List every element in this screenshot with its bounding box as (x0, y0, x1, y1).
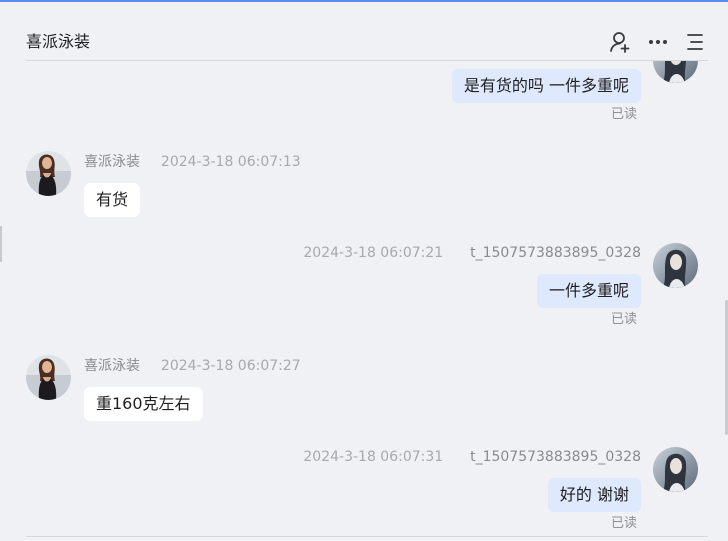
my-avatar[interactable] (653, 243, 698, 288)
message-meta: 2024-3-18 06:07:31 t_1507573883895_0328 (303, 448, 641, 466)
chat-header: 喜派泳装 (0, 2, 728, 60)
message-bubble-theirs[interactable]: 重160克左右 (84, 387, 203, 421)
message-bubble-theirs[interactable]: 有货 (84, 183, 141, 217)
add-user-icon[interactable] (608, 30, 632, 54)
my-avatar[interactable] (653, 447, 698, 492)
sender-name: t_1507573883895_0328 (470, 449, 641, 465)
input-divider (26, 536, 708, 537)
chat-title: 喜派泳装 (26, 32, 91, 51)
panel-resize-handle[interactable] (0, 226, 2, 262)
header-divider (26, 60, 708, 61)
message-bubble-mine[interactable]: 一件多重呢 (536, 274, 641, 308)
message-meta: 2024-3-18 06:07:21 t_1507573883895_0328 (303, 244, 641, 262)
read-status: 已读 (611, 107, 638, 122)
message-bubble-mine[interactable]: 好的 谢谢 (547, 478, 641, 512)
message-meta: 喜派泳装 2024-3-18 06:07:13 (84, 153, 301, 171)
message-time: 2024-3-18 06:07:27 (160, 358, 301, 374)
message-time: 2024-3-18 06:07:13 (160, 154, 301, 170)
message-time: 2024-3-18 06:07:31 (303, 449, 444, 465)
sender-name: t_1507573883895_0328 (470, 245, 641, 261)
contact-avatar[interactable] (26, 355, 71, 400)
menu-icon[interactable] (683, 30, 707, 54)
message-bubble-mine[interactable]: 是有货的吗 一件多重呢 (451, 69, 641, 103)
more-icon[interactable] (646, 30, 670, 54)
read-status: 已读 (611, 516, 638, 531)
message-meta: 喜派泳装 2024-3-18 06:07:27 (84, 357, 301, 375)
sender-name: 喜派泳装 (84, 154, 140, 170)
sender-name: 喜派泳装 (84, 358, 140, 374)
contact-avatar[interactable] (26, 151, 71, 196)
read-status: 已读 (611, 312, 638, 327)
message-time: 2024-3-18 06:07:21 (303, 245, 444, 261)
